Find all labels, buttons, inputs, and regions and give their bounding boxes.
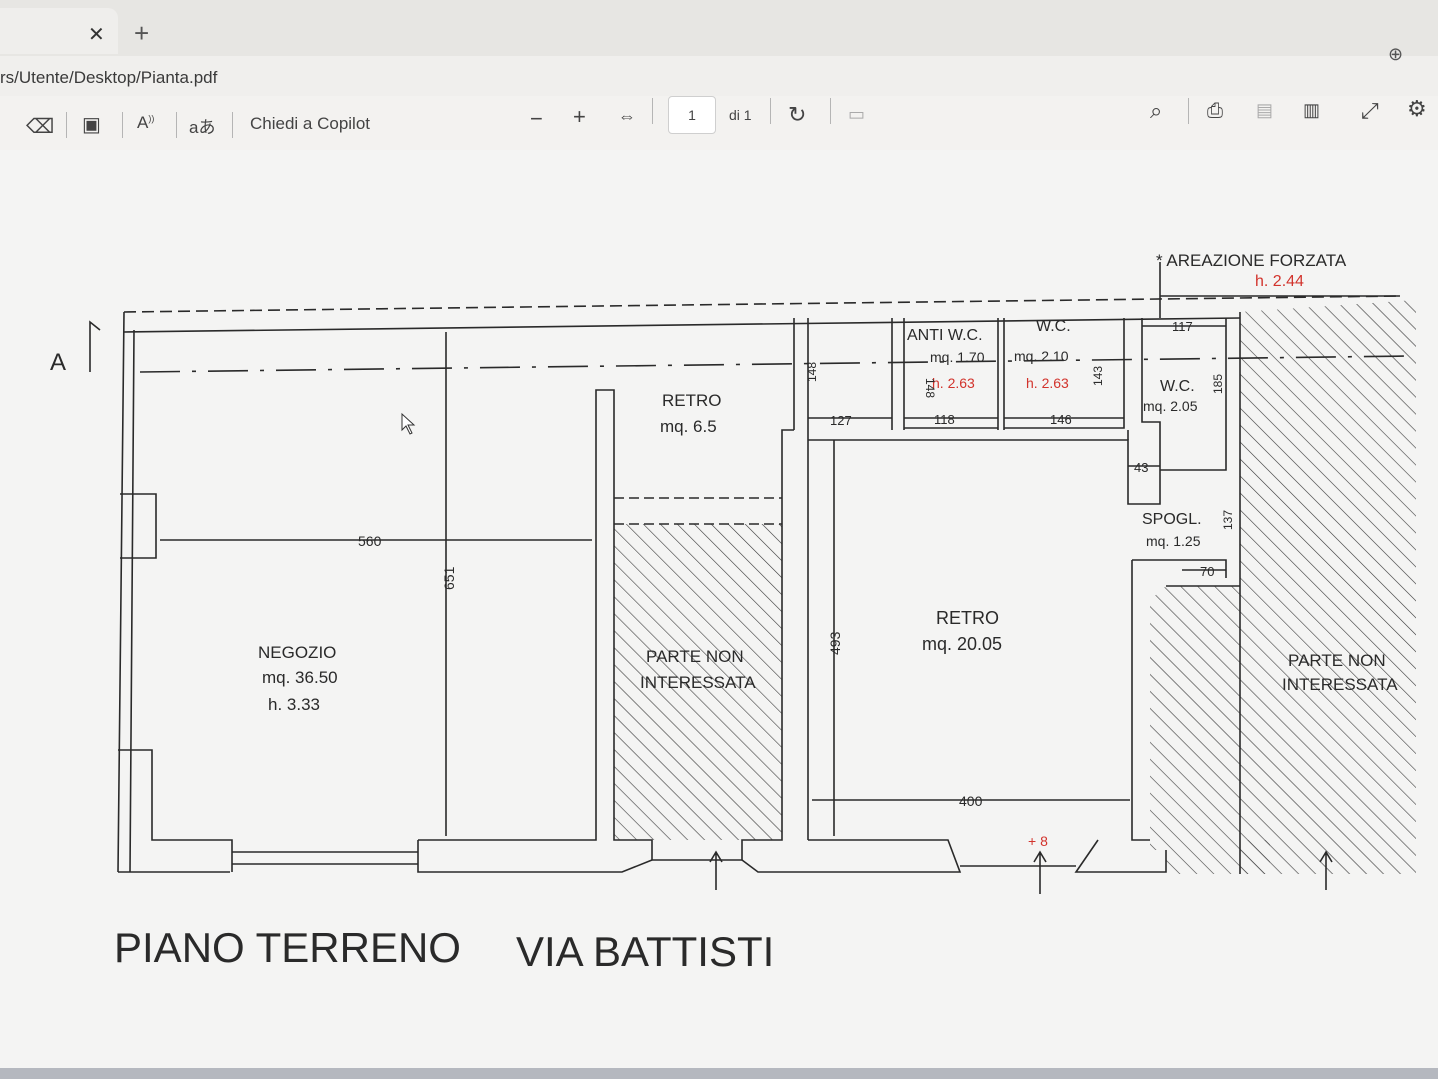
dim-560: 560 — [358, 533, 382, 549]
top-wall-inner — [123, 317, 1241, 333]
areazione-height: h. 2.44 — [1255, 273, 1304, 290]
section-marker: A — [50, 349, 66, 376]
dim-148-a: 148 — [805, 362, 819, 382]
retro-big-area: mq. 20.05 — [922, 634, 1002, 654]
cursor-icon — [401, 412, 416, 435]
dim-117: 117 — [1172, 319, 1193, 334]
partition-retro — [793, 318, 809, 840]
dim-118: 118 — [934, 412, 955, 427]
dim-43: 43 — [1134, 460, 1148, 475]
anti-wc-height: h. 2.63 — [932, 375, 975, 391]
top-dashed-line — [123, 295, 1401, 313]
spogl-name: SPOGL. — [1142, 511, 1202, 528]
dim-143: 143 — [1091, 366, 1105, 386]
dim-127: 127 — [830, 413, 852, 428]
title-via-battisti: VIA BATTISTI — [516, 928, 774, 975]
left-wall — [117, 311, 230, 873]
dim-70: 70 — [1200, 564, 1214, 579]
negozio-height: h. 3.33 — [268, 695, 320, 714]
hatched-area-right — [1240, 300, 1416, 874]
dim-493: 493 — [827, 631, 843, 655]
front-wall-bottom — [417, 839, 962, 873]
retro-dashed — [614, 497, 782, 525]
retro-small-area: mq. 6.5 — [660, 417, 717, 436]
spogl-area: mq. 1.25 — [1146, 533, 1201, 549]
retro-big-name: RETRO — [936, 608, 999, 628]
dim-137: 137 — [1221, 510, 1235, 530]
dim-146: 146 — [1050, 412, 1072, 427]
wc1-area: mq. 2.10 — [1014, 348, 1069, 364]
dim-185: 185 — [1211, 374, 1225, 394]
wc2-name: W.C. — [1160, 378, 1195, 395]
section-line — [139, 355, 1411, 373]
taskbar — [0, 1068, 1438, 1079]
anti-wc-area: mq. 1.70 — [930, 349, 985, 365]
section-arrow — [89, 320, 101, 372]
floor-plan: A * AREAZIONE FORZATA h. 2.44 NEGOZIO mq… — [50, 251, 1416, 975]
parte-non-center-1: PARTE NON — [646, 647, 744, 666]
retro-small-name: RETRO — [662, 391, 722, 410]
left-pillar — [120, 493, 157, 559]
left-corner-wall — [118, 749, 233, 872]
areazione-label: * AREAZIONE FORZATA — [1156, 251, 1347, 270]
wc1-height: h. 2.63 — [1026, 375, 1069, 391]
parte-non-center-2: INTERESSATA — [640, 673, 756, 692]
dim-651: 651 — [441, 566, 457, 590]
negozio-name: NEGOZIO — [258, 643, 336, 662]
anti-wc-name: ANTI W.C. — [907, 327, 983, 344]
front-window — [232, 851, 418, 865]
level-plus8: + 8 — [1028, 833, 1048, 849]
dim-148-b: 148 — [923, 378, 937, 398]
dim-400: 400 — [959, 793, 983, 809]
negozio-area: mq. 36.50 — [262, 668, 338, 687]
wc2-area: mq. 2.05 — [1143, 398, 1198, 414]
parte-non-right-1: PARTE NON — [1288, 651, 1386, 670]
wc1-name: W.C. — [1036, 318, 1071, 335]
partition-wc — [808, 318, 1161, 505]
parte-non-right-2: INTERESSATA — [1282, 675, 1398, 694]
title-piano-terreno: PIANO TERRENO — [114, 924, 461, 971]
